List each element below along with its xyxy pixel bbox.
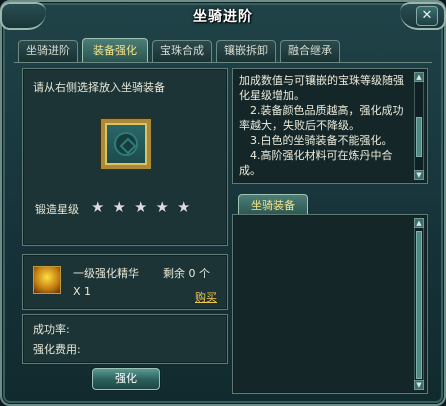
star-icon: ★ xyxy=(134,198,148,216)
info-line: 3.白色的坐骑装备不能强化。 xyxy=(239,134,393,147)
enhance-cost-label: 强化费用: xyxy=(33,343,81,356)
tab-inlay-remove[interactable]: 镶嵌拆卸 xyxy=(216,40,276,62)
info-line: 4.高阶强化材料可在炼丹中合 xyxy=(239,149,393,162)
forge-panel: 请从右侧选择放入坐骑装备 锻造星级 ★ ★ ★ ★ ★ xyxy=(22,68,228,246)
material-quantity: X 1 xyxy=(73,285,92,298)
star-rating: ★ ★ ★ ★ ★ xyxy=(91,198,195,216)
scroll-down-icon[interactable]: ▼ xyxy=(414,170,424,180)
scroll-up-icon[interactable]: ▲ xyxy=(414,218,424,228)
info-line: 率越大，失败后不降级。 xyxy=(239,119,360,132)
info-line: 化星级增加。 xyxy=(239,89,305,102)
equipment-scrollbar[interactable]: ▲ ▼ xyxy=(414,218,424,390)
enhance-button[interactable]: 强化 xyxy=(92,368,160,390)
material-remaining: 剩余 0 个 xyxy=(163,267,210,280)
title-bar[interactable]: 坐骑进阶 ✕ xyxy=(0,2,446,32)
close-button[interactable]: ✕ xyxy=(416,6,438,26)
star-level-label: 锻造星级 xyxy=(35,203,79,216)
forge-prompt: 请从右侧选择放入坐骑装备 xyxy=(33,81,165,94)
info-line: 2.装备颜色品质越高，强化成功 xyxy=(239,104,404,117)
empty-slot-icon xyxy=(114,132,138,156)
buy-link[interactable]: 购买 xyxy=(195,289,217,305)
tab-orb-synthesis[interactable]: 宝珠合成 xyxy=(152,40,212,62)
star-icon: ★ xyxy=(91,198,105,216)
scroll-thumb[interactable] xyxy=(416,231,422,379)
success-rate-label: 成功率: xyxy=(33,323,70,336)
tab-divider xyxy=(14,62,432,63)
equipment-list-panel[interactable]: ▲ ▼ xyxy=(232,214,428,394)
info-line: 加成数值与可镶嵌的宝珠等级随强 xyxy=(239,74,404,87)
tab-equip-enhance[interactable]: 装备强化 xyxy=(82,38,148,62)
tab-mount-equipment[interactable]: 坐骑装备 xyxy=(238,194,308,216)
info-panel: 加成数值与可镶嵌的宝珠等级随强 化星级增加。 2.装备颜色品质越高，强化成功 率… xyxy=(232,68,428,184)
info-line: 成。 xyxy=(239,164,261,177)
tab-mount-advance[interactable]: 坐骑进阶 xyxy=(18,40,78,62)
star-icon: ★ xyxy=(177,198,191,216)
info-text: 加成数值与可镶嵌的宝珠等级随强 化星级增加。 2.装备颜色品质越高，强化成功 率… xyxy=(239,73,407,178)
scroll-thumb[interactable] xyxy=(416,117,422,157)
mount-advance-window: 坐骑进阶 ✕ 坐骑进阶 装备强化 宝珠合成 镶嵌拆卸 融合继承 请从右侧选择放入… xyxy=(0,0,446,406)
essence-icon[interactable] xyxy=(33,266,61,294)
star-icon: ★ xyxy=(155,198,169,216)
window-title: 坐骑进阶 xyxy=(193,9,253,25)
equipment-slot[interactable] xyxy=(101,119,151,169)
info-scrollbar[interactable]: ▲ ▼ xyxy=(414,72,424,180)
material-name: 一级强化精华 xyxy=(73,267,139,280)
star-icon: ★ xyxy=(112,198,126,216)
scroll-up-icon[interactable]: ▲ xyxy=(414,72,424,82)
stats-panel: 成功率: 强化费用: xyxy=(22,314,228,364)
tab-fusion-inherit[interactable]: 融合继承 xyxy=(280,40,340,62)
material-panel: 一级强化精华 X 1 剩余 0 个 购买 xyxy=(22,254,228,310)
scroll-down-icon[interactable]: ▼ xyxy=(414,380,424,390)
